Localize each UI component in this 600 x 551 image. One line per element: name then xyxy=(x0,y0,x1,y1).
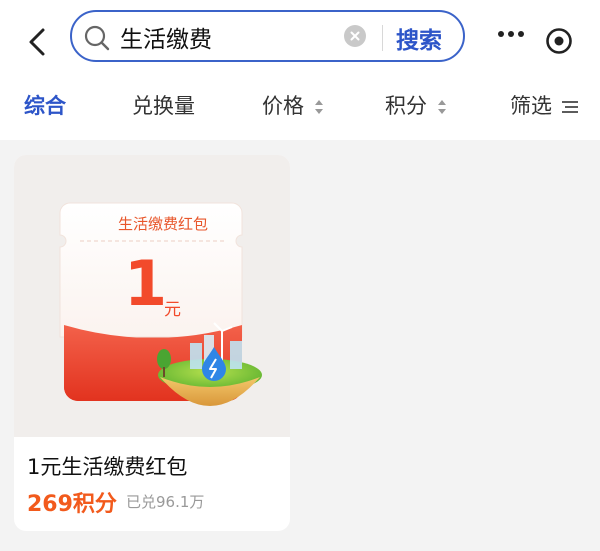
product-points: 269积分 xyxy=(27,492,117,517)
sort-icon xyxy=(314,100,323,114)
tab-comprehensive[interactable]: 综合 xyxy=(24,90,66,120)
coupon-title: 生活缴费红包 xyxy=(117,215,208,233)
back-arrow-icon[interactable] xyxy=(24,22,52,62)
search-divider xyxy=(382,25,383,51)
tab-label: 价格 xyxy=(262,94,304,118)
product-card[interactable]: 生活缴费红包 1 元 1元生活缴费红包 269积分 已兑96.1万 xyxy=(14,155,290,531)
filter-lines-icon xyxy=(561,101,578,113)
clear-icon[interactable] xyxy=(344,25,366,47)
tab-label: 积分 xyxy=(385,94,427,118)
product-image: 生活缴费红包 1 元 xyxy=(14,155,290,437)
target-icon[interactable] xyxy=(544,26,574,56)
tab-label: 兑换量 xyxy=(132,94,195,118)
more-dots-icon[interactable] xyxy=(497,28,525,40)
search-bar[interactable]: 搜索 xyxy=(70,10,465,62)
coupon-amount: 1 xyxy=(124,247,168,320)
redeemed-count: 已兑96.1万 xyxy=(126,493,205,511)
tab-filter[interactable]: 筛选 xyxy=(510,90,579,120)
back-button[interactable] xyxy=(24,22,52,62)
product-title: 1元生活缴费红包 xyxy=(27,455,188,479)
sort-icon xyxy=(437,100,446,114)
top-bar: 搜索 综合 兑换量 价格 积分 筛选 xyxy=(0,0,600,140)
search-button[interactable]: 搜索 xyxy=(396,21,442,55)
tab-exchange-volume[interactable]: 兑换量 xyxy=(132,90,195,120)
search-icon xyxy=(84,25,110,51)
tab-price[interactable]: 价格 xyxy=(262,90,324,120)
search-input[interactable] xyxy=(120,21,330,53)
coupon-unit: 元 xyxy=(164,300,181,320)
tab-label: 筛选 xyxy=(510,94,552,118)
tab-points[interactable]: 积分 xyxy=(385,90,447,120)
tab-label: 综合 xyxy=(24,94,66,118)
